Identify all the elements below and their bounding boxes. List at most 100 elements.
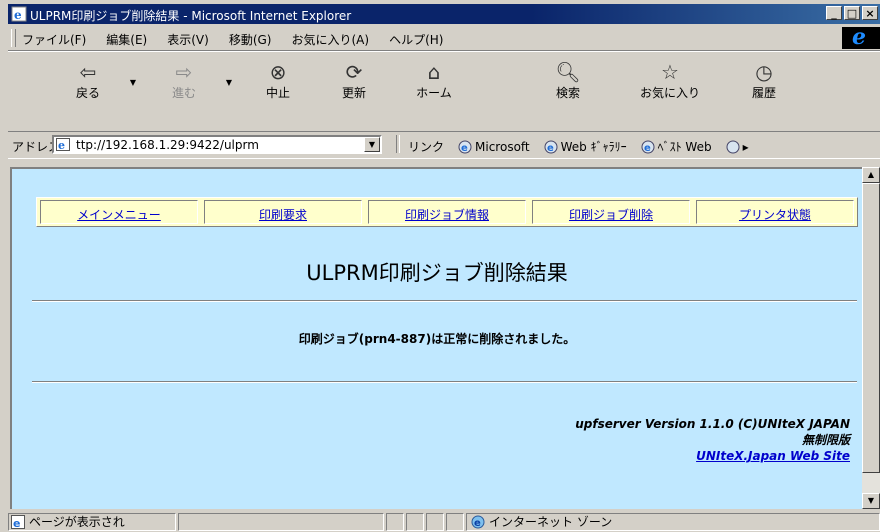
menu-help[interactable]: ヘルプ(H)	[389, 31, 443, 48]
favorites-label: お気に入り	[639, 86, 700, 100]
nav-print-request-link[interactable]: 印刷要求	[259, 208, 307, 222]
refresh-button[interactable]: ⟳ 更新	[324, 60, 384, 101]
svg-text:e: e	[461, 143, 468, 154]
refresh-label: 更新	[341, 86, 366, 100]
links-label: リンク	[408, 140, 445, 154]
browser-window: e ULPRM印刷ジョブ削除結果 - Microsoft Internet Ex…	[8, 0, 880, 532]
menu-edit[interactable]: 編集(E)	[106, 31, 147, 48]
maximize-button[interactable]: □	[844, 6, 860, 20]
nav-main-menu-link[interactable]: メインメニュー	[77, 208, 161, 222]
license-text: 無制限版	[801, 433, 850, 447]
history-button[interactable]: ◷ 履歴	[734, 60, 794, 101]
status-zone-panel: e インターネット ゾーン	[466, 513, 880, 531]
menu-favorites[interactable]: お気に入り(A)	[291, 31, 369, 48]
page-content: メインメニュー 印刷要求 印刷ジョブ情報 印刷ジョブ削除 プリンタ状態 ULPR…	[10, 167, 862, 509]
address-dropdown-icon[interactable]: ▼	[364, 137, 380, 152]
stop-icon: ⊗	[269, 60, 287, 84]
ie-link-icon	[726, 140, 740, 153]
window-title: ULPRM印刷ジョブ削除結果 - Microsoft Internet Expl…	[30, 9, 352, 23]
status-panel	[446, 513, 464, 531]
page-title: ULPRM印刷ジョブ削除結果	[306, 261, 568, 285]
links-separator	[396, 135, 400, 153]
forward-button[interactable]: ⇨ 進む ▼	[154, 60, 232, 101]
scroll-down-icon[interactable]: ▼	[862, 493, 880, 509]
nav-cell: プリンタ状態	[696, 200, 854, 224]
ie-page-icon: e	[11, 6, 27, 22]
nav-printer-status-link[interactable]: プリンタ状態	[739, 208, 811, 222]
status-panel	[386, 513, 404, 531]
forward-label: 進む	[171, 86, 196, 100]
favorites-folder-icon: ☆	[661, 60, 679, 84]
title-bar: e ULPRM印刷ジョブ削除結果 - Microsoft Internet Ex…	[8, 4, 880, 24]
stop-button[interactable]: ⊗ 中止	[248, 60, 308, 101]
svg-text:e: e	[14, 8, 22, 22]
links-more-icon[interactable]: ▸	[726, 138, 749, 155]
ie-link-icon: e	[544, 140, 558, 154]
ie-link-icon: e	[641, 140, 655, 154]
search-icon: 🔍︎	[555, 60, 581, 84]
home-button[interactable]: ⌂ ホーム	[404, 60, 464, 101]
status-panel	[406, 513, 424, 531]
status-progress-panel	[178, 513, 384, 531]
svg-text:e: e	[58, 139, 65, 151]
links-bar: リンク e Microsoft e Web ｷﾞｬﾗﾘｰ e ﾍﾞｽﾄ Web …	[396, 135, 763, 155]
nav-menu: メインメニュー 印刷要求 印刷ジョブ情報 印刷ジョブ削除 プリンタ状態	[36, 197, 858, 227]
svg-text:e: e	[547, 143, 554, 154]
menu-file[interactable]: ファイル(F)	[22, 31, 86, 48]
stop-label: 中止	[265, 86, 290, 100]
version-text: upfserver Version 1.1.0 (C)UNIteX JAPAN	[575, 417, 850, 431]
ie-logo-icon: e	[842, 24, 880, 50]
back-arrow-icon: ⇦	[79, 60, 97, 84]
vertical-scrollbar[interactable]: ▲ ▼	[862, 167, 880, 509]
toolbar-grip[interactable]	[11, 29, 16, 47]
home-icon: ⌂	[427, 60, 441, 84]
standard-toolbar: ⇦ 戻る ▼ ⇨ 進む ▼ ⊗ 中止 ⟳ 更新 ⌂ ホーム 🔍︎ 検索 ☆ お気…	[8, 51, 880, 132]
link-web-gallery-label: Web ｷﾞｬﾗﾘｰ	[560, 140, 627, 154]
nav-job-delete-link[interactable]: 印刷ジョブ削除	[569, 208, 653, 222]
link-microsoft-label: Microsoft	[475, 139, 530, 154]
status-bar: e ページが表示され e インターネット ゾーン	[8, 511, 880, 532]
menu-bar: ファイル(F) 編集(E) 表示(V) 移動(G) お気に入り(A) ヘルプ(H…	[8, 24, 880, 51]
close-button[interactable]: ×	[862, 6, 878, 20]
internet-zone-icon: e	[471, 515, 485, 529]
svg-text:e: e	[13, 517, 20, 529]
scroll-thumb[interactable]	[862, 183, 880, 473]
done-page-icon: e	[11, 515, 25, 529]
scroll-up-icon[interactable]: ▲	[862, 167, 880, 183]
address-url: ttp://192.168.1.29:9422/ulprm	[76, 138, 259, 152]
link-best-web[interactable]: e ﾍﾞｽﾄ Web	[641, 138, 712, 155]
refresh-icon: ⟳	[345, 60, 363, 84]
footer: upfserver Version 1.1.0 (C)UNIteX JAPAN …	[575, 416, 850, 464]
site-link[interactable]: UNIteX.Japan Web Site	[696, 449, 850, 463]
svg-text:e: e	[474, 518, 481, 529]
forward-dropdown-icon[interactable]: ▼	[226, 78, 232, 87]
back-button[interactable]: ⇦ 戻る ▼	[58, 60, 136, 101]
svg-text:e: e	[644, 143, 651, 154]
nav-cell: 印刷ジョブ削除	[532, 200, 690, 224]
search-button[interactable]: 🔍︎ 検索	[538, 60, 598, 101]
back-label: 戻る	[75, 86, 100, 100]
divider	[32, 381, 857, 383]
nav-cell: 印刷ジョブ情報	[368, 200, 526, 224]
back-dropdown-icon[interactable]: ▼	[130, 78, 136, 87]
nav-cell: メインメニュー	[40, 200, 198, 224]
status-text-panel: e ページが表示され	[8, 513, 176, 531]
result-message: 印刷ジョブ(prn4-887)は正常に削除されました。	[298, 332, 576, 346]
forward-arrow-icon: ⇨	[175, 60, 193, 84]
history-icon: ◷	[755, 60, 773, 84]
link-web-gallery[interactable]: e Web ｷﾞｬﾗﾘｰ	[544, 138, 627, 155]
page-icon: e	[56, 138, 70, 151]
menu-view[interactable]: 表示(V)	[167, 31, 209, 48]
minimize-button[interactable]: _	[826, 6, 842, 20]
address-input[interactable]: e ttp://192.168.1.29:9422/ulprm ▼	[52, 135, 382, 154]
ie-link-icon: e	[458, 140, 472, 154]
zone-text: インターネット ゾーン	[489, 515, 613, 529]
nav-job-info-link[interactable]: 印刷ジョブ情報	[405, 208, 489, 222]
status-panel	[426, 513, 444, 531]
home-label: ホーム	[416, 86, 452, 100]
history-label: 履歴	[751, 86, 776, 100]
link-microsoft[interactable]: e Microsoft	[458, 138, 530, 155]
favorites-button[interactable]: ☆ お気に入り	[630, 60, 710, 101]
menu-go[interactable]: 移動(G)	[229, 31, 272, 48]
divider	[32, 300, 857, 302]
